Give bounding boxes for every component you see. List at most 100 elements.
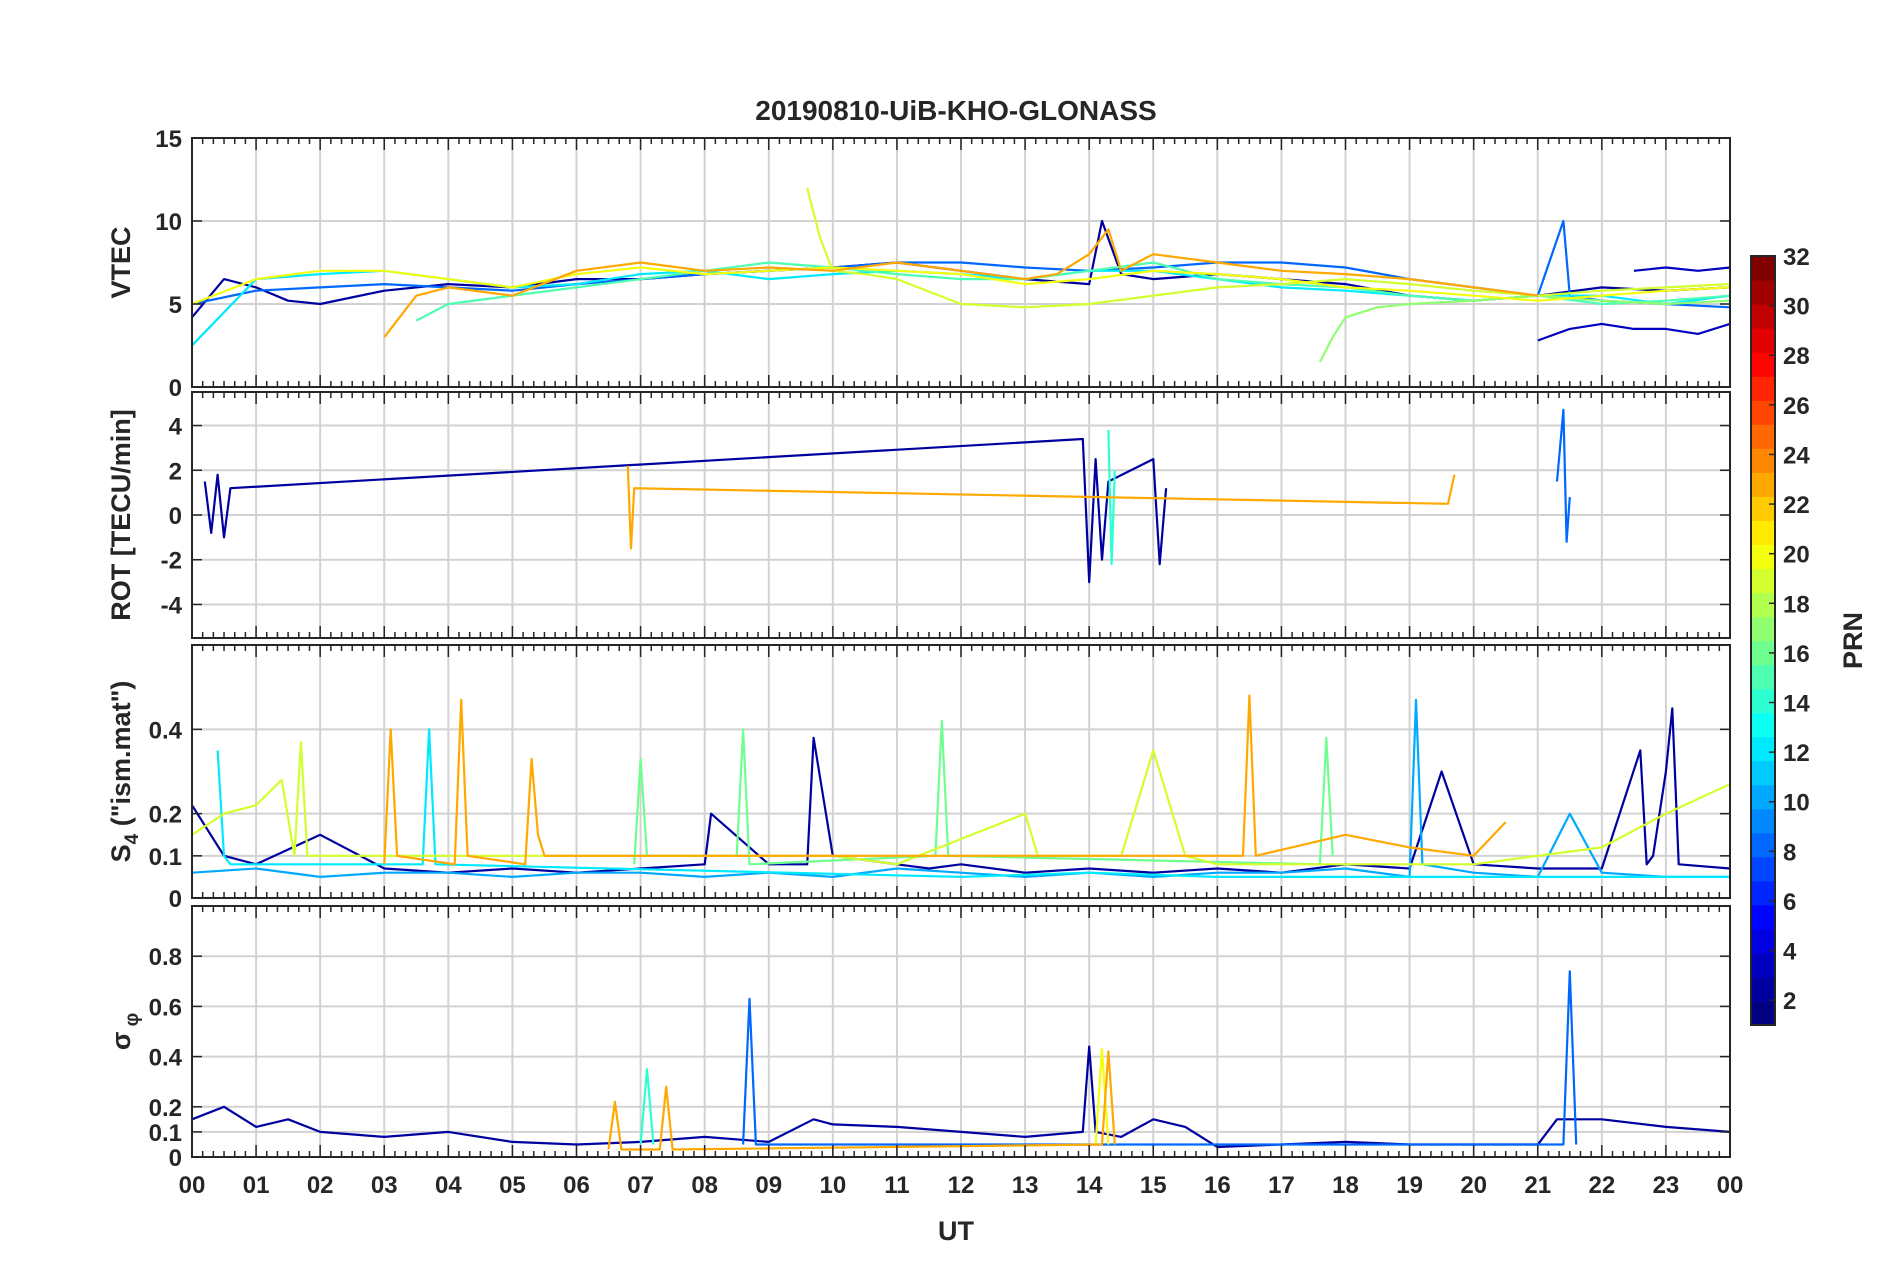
colorbar-segment <box>1751 832 1775 858</box>
x-tick-label: 00 <box>1717 1172 1744 1199</box>
colorbar-segment <box>1751 784 1775 810</box>
colorbar-segment <box>1751 424 1775 449</box>
y-tick-label: 0 <box>169 375 182 402</box>
colorbar-segment <box>1751 472 1775 497</box>
colorbar-tick-label: 2 <box>1783 988 1796 1015</box>
y-axis-label: σ φ <box>106 1013 143 1050</box>
panel-s4: 0 0.1 0.2 0.4S4 ("ism.mat") <box>106 644 1731 913</box>
colorbar-tick-label: 12 <box>1783 740 1810 767</box>
x-tick-label: 11 <box>884 1172 909 1199</box>
colorbar-segment <box>1751 328 1775 353</box>
colorbar-tick-label: 10 <box>1783 790 1810 817</box>
colorbar-tick-label: 22 <box>1783 492 1810 519</box>
colorbar-segment <box>1751 496 1775 521</box>
colorbar-segment <box>1751 568 1775 594</box>
colorbar-segment <box>1751 904 1775 930</box>
colorbar-segment <box>1751 376 1775 401</box>
x-tick-label: 06 <box>563 1172 590 1199</box>
y-tick-label: 4 <box>169 414 183 441</box>
colorbar-tick-label: 18 <box>1783 591 1810 618</box>
colorbar-tick-label: 4 <box>1783 939 1797 966</box>
colorbar-segment <box>1751 304 1775 329</box>
colorbar-segment <box>1751 688 1775 714</box>
y-tick-label: 0 <box>169 886 182 913</box>
colorbar-segment <box>1751 592 1775 618</box>
panels: 051015VTEC-4-2024ROT [TECU/min]00.10.20.… <box>106 126 1743 1199</box>
x-tick-label: 14 <box>1076 1172 1103 1199</box>
colorbar-segment <box>1751 400 1775 425</box>
x-tick-label: 15 <box>1140 1172 1167 1199</box>
colorbar-segment <box>1751 448 1775 473</box>
x-tick-label: 19 <box>1396 1172 1423 1199</box>
y-tick-label: 0.8 <box>149 944 182 971</box>
y-tick-label: 0.2 <box>149 802 182 829</box>
colorbar-tick-label: 24 <box>1783 442 1810 469</box>
x-tick-label: 09 <box>755 1172 782 1199</box>
x-tick-label: 18 <box>1332 1172 1359 1199</box>
y-tick-label: -2 <box>161 548 182 575</box>
colorbar-segment <box>1751 280 1775 305</box>
colorbar: 2468101214161820222426283032PRN <box>1750 244 1868 1026</box>
x-axis-label: UT <box>938 1216 974 1246</box>
panel-vtec: 0 5 10 15 VTEC <box>106 126 1731 402</box>
x-tick-label: 22 <box>1588 1172 1615 1199</box>
colorbar-tick-label: 6 <box>1783 889 1796 916</box>
colorbar-segment <box>1751 808 1775 834</box>
colorbar-segment <box>1751 616 1775 642</box>
y-axis-label: S4 ("ism.mat") <box>106 681 143 863</box>
chart-title: 20190810-UiB-KHO-GLONASS <box>755 95 1156 126</box>
colorbar-segment <box>1751 664 1775 690</box>
x-tick-label: 13 <box>1012 1172 1039 1199</box>
y-tick-label: -4 <box>161 592 183 619</box>
x-tick-label: 23 <box>1653 1172 1680 1199</box>
colorbar-segment <box>1751 712 1775 738</box>
colorbar-segment <box>1751 880 1775 906</box>
colorbar-tick-label: 20 <box>1783 542 1810 569</box>
colorbar-segment <box>1751 1000 1775 1026</box>
colorbar-tick-label: 26 <box>1783 393 1810 420</box>
y-tick-label: 5 <box>169 292 182 319</box>
colorbar-segment <box>1751 976 1775 1002</box>
colorbar-segment <box>1751 952 1775 978</box>
x-tick-label: 03 <box>371 1172 398 1199</box>
y-axis-label: VTEC <box>106 226 136 298</box>
x-tick-label: 07 <box>627 1172 654 1199</box>
x-tick-label: 05 <box>499 1172 526 1199</box>
panel-rot: -4 -2 0 2 4 ROT [TECU/min] <box>106 391 1731 639</box>
y-tick-label: 10 <box>155 209 182 236</box>
x-tick-label: 02 <box>307 1172 334 1199</box>
x-tick-label: 08 <box>691 1172 718 1199</box>
colorbar-segment <box>1751 760 1775 786</box>
colorbar-tick-label: 14 <box>1783 691 1810 718</box>
colorbar-tick-label: 8 <box>1783 839 1796 866</box>
y-tick-label: 0 <box>169 1145 182 1172</box>
colorbar-segment <box>1751 544 1775 570</box>
colorbar-tick-label: 32 <box>1783 244 1810 271</box>
y-tick-label: 2 <box>169 458 182 485</box>
x-axis: 00 01 02 03 04 05 06 07 08 09 10 11 12 13 14 15 16 17 18 19… <box>179 1172 1744 1199</box>
y-tick-label: 0.2 <box>149 1095 182 1122</box>
x-tick-label: 12 <box>948 1172 975 1199</box>
y-tick-label: 0.4 <box>149 717 183 744</box>
y-tick-label: 0.1 <box>149 844 182 871</box>
y-tick-label: 0.4 <box>149 1045 183 1072</box>
colorbar-segment <box>1751 520 1775 545</box>
colorbar-tick-label: 28 <box>1783 343 1810 370</box>
y-tick-label: 0.6 <box>149 994 182 1021</box>
colorbar-segment <box>1751 856 1775 882</box>
x-tick-label: 00 <box>179 1172 206 1199</box>
y-axis-label: ROT [TECU/min] <box>106 409 136 620</box>
x-tick-label: 17 <box>1268 1172 1295 1199</box>
panel-sigma_phi: 00.10.2 0.4 0.6 0.8 σ φ <box>106 905 1731 1172</box>
colorbar-segment <box>1751 928 1775 954</box>
x-tick-label: 01 <box>243 1172 270 1199</box>
colorbar-segment <box>1751 256 1775 281</box>
x-tick-label: 04 <box>435 1172 462 1199</box>
y-tick-label: 0 <box>169 503 182 530</box>
colorbar-label: PRN <box>1838 612 1868 669</box>
colorbar-segment <box>1751 736 1775 762</box>
y-tick-label: 0.1 <box>149 1120 182 1147</box>
x-tick-label: 16 <box>1204 1172 1231 1199</box>
colorbar-tick-label: 16 <box>1783 641 1810 668</box>
y-tick-label: 15 <box>155 126 182 153</box>
